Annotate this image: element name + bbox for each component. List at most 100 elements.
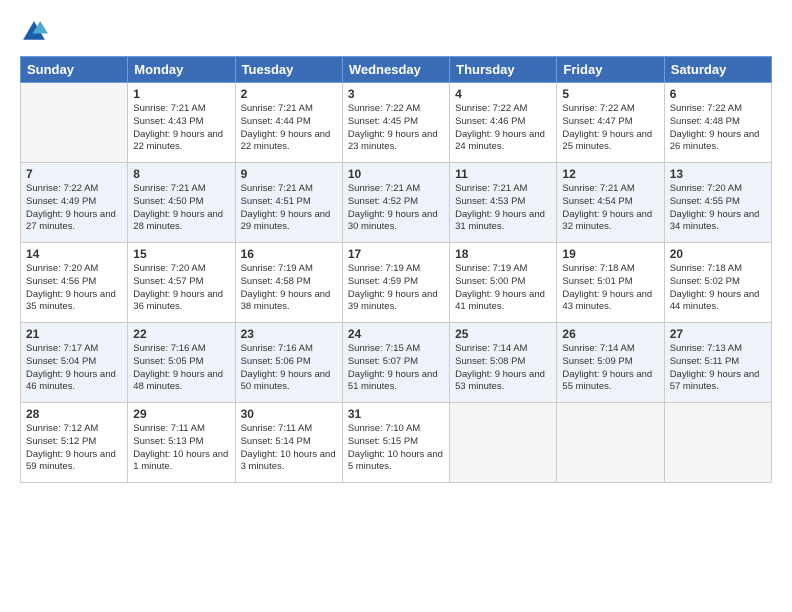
header-saturday: Saturday (664, 57, 771, 83)
day-number: 9 (241, 167, 337, 181)
calendar-cell: 8 Sunrise: 7:21 AMSunset: 4:50 PMDaylight… (128, 163, 235, 243)
calendar-cell: 22Sunrise: 7:16 AMSunset: 5:05 PMDayligh… (128, 323, 235, 403)
day-info: Sunrise: 7:12 AMSunset: 5:12 PMDaylight:… (26, 423, 122, 474)
calendar-cell (450, 403, 557, 483)
day-number: 27 (670, 327, 766, 341)
calendar-cell: 31 Sunrise: 7:10 AMSunset: 5:15 PMDayligh… (342, 403, 449, 483)
day-info: Sunrise: 7:17 AMSunset: 5:04 PMDaylight:… (26, 343, 122, 394)
header (20, 18, 772, 46)
calendar-cell: 5 Sunrise: 7:22 AMSunset: 4:47 PMDaylight… (557, 83, 664, 163)
day-info: Sunrise: 7:15 AMSunset: 5:07 PMDaylight:… (348, 343, 444, 394)
day-number: 17 (348, 247, 444, 261)
day-info: Sunrise: 7:16 AMSunset: 5:06 PMDaylight:… (241, 343, 337, 394)
calendar-cell: 11Sunrise: 7:21 AMSunset: 4:53 PMDayligh… (450, 163, 557, 243)
calendar-cell: 14Sunrise: 7:20 AMSunset: 4:56 PMDayligh… (21, 243, 128, 323)
calendar-cell: 4 Sunrise: 7:22 AMSunset: 4:46 PMDaylight… (450, 83, 557, 163)
header-row: SundayMondayTuesdayWednesdayThursdayFrid… (21, 57, 772, 83)
day-number: 30 (241, 407, 337, 421)
day-number: 15 (133, 247, 229, 261)
week-row-5: 28Sunrise: 7:12 AMSunset: 5:12 PMDayligh… (21, 403, 772, 483)
day-info: Sunrise: 7:20 AMSunset: 4:57 PMDaylight:… (133, 263, 229, 314)
day-info: Sunrise: 7:19 AMSunset: 5:00 PMDaylight:… (455, 263, 551, 314)
week-row-4: 21Sunrise: 7:17 AMSunset: 5:04 PMDayligh… (21, 323, 772, 403)
calendar-cell: 13 Sunrise: 7:20 AMSunset: 4:55 PMDayligh… (664, 163, 771, 243)
header-wednesday: Wednesday (342, 57, 449, 83)
calendar-table: SundayMondayTuesdayWednesdayThursdayFrid… (20, 56, 772, 483)
day-number: 18 (455, 247, 551, 261)
day-info: Sunrise: 7:21 AMSunset: 4:53 PMDaylight:… (455, 183, 551, 234)
day-number: 25 (455, 327, 551, 341)
calendar-cell: 2 Sunrise: 7:21 AMSunset: 4:44 PMDaylight… (235, 83, 342, 163)
header-sunday: Sunday (21, 57, 128, 83)
calendar-cell: 23 Sunrise: 7:16 AMSunset: 5:06 PMDayligh… (235, 323, 342, 403)
day-info: Sunrise: 7:22 AMSunset: 4:48 PMDaylight:… (670, 103, 766, 154)
calendar-cell: 10 Sunrise: 7:21 AMSunset: 4:52 PMDayligh… (342, 163, 449, 243)
day-number: 16 (241, 247, 337, 261)
calendar-cell: 19 Sunrise: 7:18 AMSunset: 5:01 PMDayligh… (557, 243, 664, 323)
day-number: 10 (348, 167, 444, 181)
day-number: 26 (562, 327, 658, 341)
day-info: Sunrise: 7:11 AMSunset: 5:13 PMDaylight:… (133, 423, 229, 474)
day-info: Sunrise: 7:10 AMSunset: 5:15 PMDaylight:… (348, 423, 444, 474)
day-info: Sunrise: 7:21 AMSunset: 4:44 PMDaylight:… (241, 103, 337, 154)
calendar-cell: 17 Sunrise: 7:19 AMSunset: 4:59 PMDayligh… (342, 243, 449, 323)
calendar-cell: 12Sunrise: 7:21 AMSunset: 4:54 PMDayligh… (557, 163, 664, 243)
header-friday: Friday (557, 57, 664, 83)
day-info: Sunrise: 7:22 AMSunset: 4:45 PMDaylight:… (348, 103, 444, 154)
day-number: 13 (670, 167, 766, 181)
day-info: Sunrise: 7:20 AMSunset: 4:55 PMDaylight:… (670, 183, 766, 234)
day-number: 6 (670, 87, 766, 101)
week-row-2: 7Sunrise: 7:22 AMSunset: 4:49 PMDaylight… (21, 163, 772, 243)
page: SundayMondayTuesdayWednesdayThursdayFrid… (0, 0, 792, 612)
day-info: Sunrise: 7:21 AMSunset: 4:51 PMDaylight:… (241, 183, 337, 234)
day-number: 19 (562, 247, 658, 261)
week-row-3: 14Sunrise: 7:20 AMSunset: 4:56 PMDayligh… (21, 243, 772, 323)
day-info: Sunrise: 7:21 AMSunset: 4:43 PMDaylight:… (133, 103, 229, 154)
day-number: 5 (562, 87, 658, 101)
calendar-cell: 21Sunrise: 7:17 AMSunset: 5:04 PMDayligh… (21, 323, 128, 403)
day-info: Sunrise: 7:19 AMSunset: 4:59 PMDaylight:… (348, 263, 444, 314)
calendar-cell: 16 Sunrise: 7:19 AMSunset: 4:58 PMDayligh… (235, 243, 342, 323)
day-number: 14 (26, 247, 122, 261)
day-info: Sunrise: 7:18 AMSunset: 5:01 PMDaylight:… (562, 263, 658, 314)
day-number: 24 (348, 327, 444, 341)
day-info: Sunrise: 7:22 AMSunset: 4:49 PMDaylight:… (26, 183, 122, 234)
calendar-cell: 15 Sunrise: 7:20 AMSunset: 4:57 PMDayligh… (128, 243, 235, 323)
calendar-cell: 25 Sunrise: 7:14 AMSunset: 5:08 PMDayligh… (450, 323, 557, 403)
calendar-cell: 9 Sunrise: 7:21 AMSunset: 4:51 PMDaylight… (235, 163, 342, 243)
calendar-cell: 26 Sunrise: 7:14 AMSunset: 5:09 PMDayligh… (557, 323, 664, 403)
day-info: Sunrise: 7:22 AMSunset: 4:46 PMDaylight:… (455, 103, 551, 154)
day-number: 3 (348, 87, 444, 101)
day-info: Sunrise: 7:18 AMSunset: 5:02 PMDaylight:… (670, 263, 766, 314)
header-tuesday: Tuesday (235, 57, 342, 83)
day-info: Sunrise: 7:21 AMSunset: 4:54 PMDaylight:… (562, 183, 658, 234)
calendar-cell: 1Sunrise: 7:21 AMSunset: 4:43 PMDaylight… (128, 83, 235, 163)
week-row-1: 1Sunrise: 7:21 AMSunset: 4:43 PMDaylight… (21, 83, 772, 163)
calendar-cell: 27 Sunrise: 7:13 AMSunset: 5:11 PMDayligh… (664, 323, 771, 403)
day-number: 4 (455, 87, 551, 101)
calendar-cell: 29Sunrise: 7:11 AMSunset: 5:13 PMDayligh… (128, 403, 235, 483)
calendar-cell: 24 Sunrise: 7:15 AMSunset: 5:07 PMDayligh… (342, 323, 449, 403)
day-number: 8 (133, 167, 229, 181)
day-number: 2 (241, 87, 337, 101)
header-thursday: Thursday (450, 57, 557, 83)
header-monday: Monday (128, 57, 235, 83)
day-info: Sunrise: 7:22 AMSunset: 4:47 PMDaylight:… (562, 103, 658, 154)
calendar-cell: 7Sunrise: 7:22 AMSunset: 4:49 PMDaylight… (21, 163, 128, 243)
day-info: Sunrise: 7:21 AMSunset: 4:52 PMDaylight:… (348, 183, 444, 234)
calendar-cell: 30 Sunrise: 7:11 AMSunset: 5:14 PMDayligh… (235, 403, 342, 483)
day-info: Sunrise: 7:19 AMSunset: 4:58 PMDaylight:… (241, 263, 337, 314)
day-info: Sunrise: 7:14 AMSunset: 5:09 PMDaylight:… (562, 343, 658, 394)
day-info: Sunrise: 7:14 AMSunset: 5:08 PMDaylight:… (455, 343, 551, 394)
logo (20, 18, 52, 46)
calendar-cell: 18 Sunrise: 7:19 AMSunset: 5:00 PMDayligh… (450, 243, 557, 323)
day-number: 23 (241, 327, 337, 341)
day-info: Sunrise: 7:21 AMSunset: 4:50 PMDaylight:… (133, 183, 229, 234)
calendar-cell: 3 Sunrise: 7:22 AMSunset: 4:45 PMDaylight… (342, 83, 449, 163)
logo-icon (20, 18, 48, 46)
calendar-cell: 20Sunrise: 7:18 AMSunset: 5:02 PMDayligh… (664, 243, 771, 323)
day-info: Sunrise: 7:13 AMSunset: 5:11 PMDaylight:… (670, 343, 766, 394)
day-number: 31 (348, 407, 444, 421)
day-info: Sunrise: 7:11 AMSunset: 5:14 PMDaylight:… (241, 423, 337, 474)
calendar-cell: 6 Sunrise: 7:22 AMSunset: 4:48 PMDaylight… (664, 83, 771, 163)
